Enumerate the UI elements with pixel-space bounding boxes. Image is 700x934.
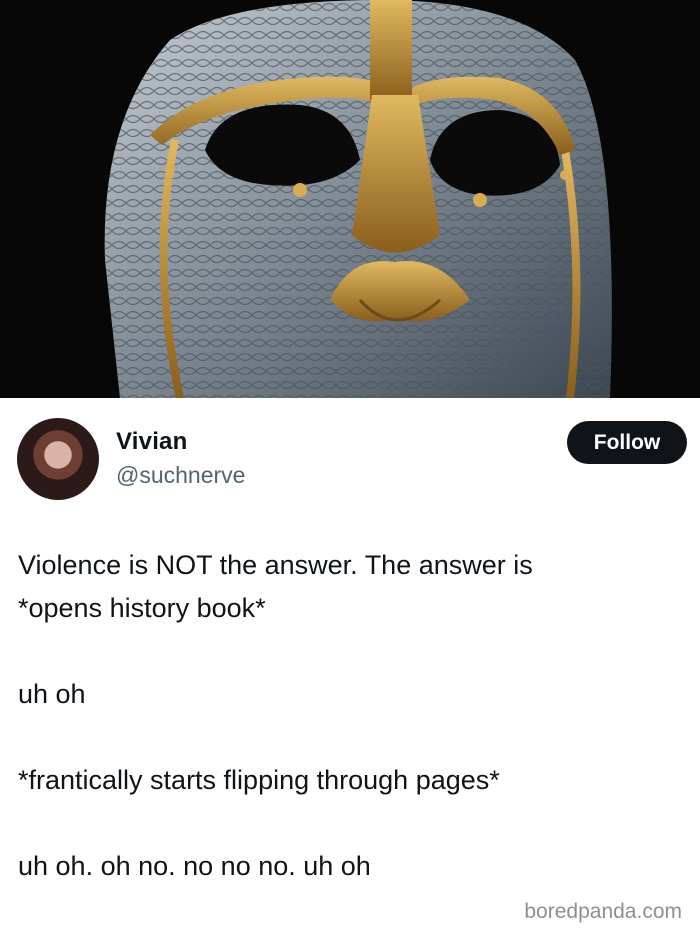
- tweet-header: Vivian @suchnerve Follow: [0, 398, 700, 508]
- helmet-illustration: [0, 0, 700, 398]
- tweet-line: *frantically starts flipping through pag…: [18, 765, 500, 795]
- tweet-line: Violence is NOT the answer. The answer i…: [18, 550, 533, 580]
- tweet-line: uh oh. oh no. no no no. uh oh: [18, 851, 371, 881]
- display-name[interactable]: Vivian: [116, 428, 187, 456]
- user-handle[interactable]: @suchnerve: [116, 462, 245, 489]
- tweet-line: uh oh: [18, 679, 86, 709]
- follow-button[interactable]: Follow: [567, 421, 687, 464]
- avatar[interactable]: [17, 418, 99, 500]
- tweet-line: *opens history book*: [18, 593, 266, 623]
- watermark: boredpanda.com: [524, 900, 682, 923]
- helmet-photo: [0, 0, 700, 398]
- tweet-text: Violence is NOT the answer. The answer i…: [18, 544, 678, 888]
